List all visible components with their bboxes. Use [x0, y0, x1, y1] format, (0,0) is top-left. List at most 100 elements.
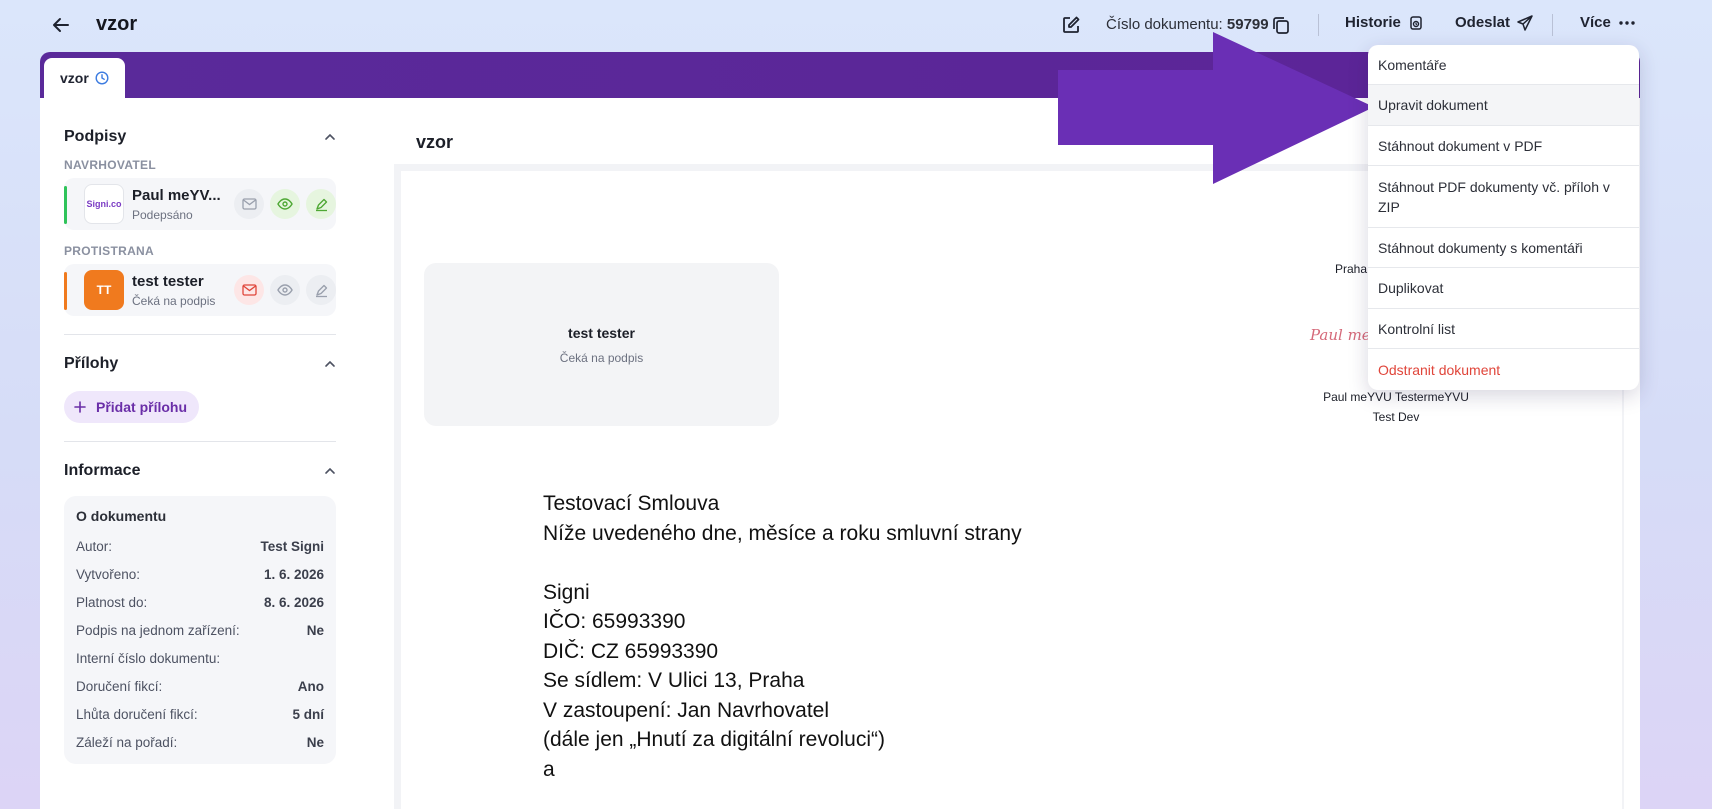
menu-item-label: Stáhnout PDF dokumenty vč. příloh v ZIP [1378, 178, 1610, 215]
info-row: Interní číslo dokumentu: [76, 644, 324, 672]
contract-line: IČO: 65993390 [543, 610, 686, 633]
info-row-value: Ne [306, 734, 324, 750]
more-dots-icon [1619, 20, 1635, 25]
info-row: Záleží na pořadí: Ne [76, 728, 324, 756]
info-row-label: Doručení fikcí: [76, 678, 163, 694]
avatar: Signi.co [84, 184, 124, 224]
divider [64, 334, 336, 335]
add-attachment-button[interactable]: Přidat přílohu [64, 391, 199, 423]
mail-icon[interactable] [234, 275, 264, 305]
pointer-arrow-icon [1058, 32, 1374, 184]
signer-status: Podepsáno [132, 207, 193, 222]
menu-item-checklist[interactable]: Kontrolní list [1368, 309, 1639, 349]
info-row-label: Platnost do: [76, 594, 148, 610]
sidebar: Podpisy NAVRHOVATEL Signi.co Paul meYV..… [64, 98, 336, 764]
menu-item-label: Duplikovat [1378, 280, 1444, 296]
proposer-role-label: NAVRHOVATEL [64, 158, 156, 172]
menu-item-delete-document[interactable]: Odstranit dokument [1368, 349, 1639, 390]
signer-card-counterparty[interactable]: TT test tester Čeká na podpis [64, 264, 336, 316]
divider [64, 441, 336, 442]
info-row-label: Vytvořeno: [76, 566, 141, 582]
signer-fullname: Paul meYVU TestermeYVU [1323, 390, 1469, 404]
menu-item-download-zip[interactable]: Stáhnout PDF dokumenty vč. příloh v ZIP [1368, 166, 1639, 228]
tab-document[interactable]: vzor [44, 58, 125, 98]
info-row-label: Podpis na jednom zařízení: [76, 622, 240, 638]
info-row: Platnost do: 8. 6. 2026 [76, 588, 324, 616]
menu-item-duplicate[interactable]: Duplikovat [1368, 268, 1639, 309]
attachments-section-header[interactable]: Přílohy [64, 353, 336, 375]
history-label: Historie [1345, 14, 1401, 31]
add-attachment-label: Přidat přílohu [96, 399, 187, 415]
signatures-heading: Podpisy [64, 128, 127, 145]
divider [1552, 14, 1553, 36]
menu-item-label: Kontrolní list [1378, 320, 1456, 337]
status-bar [64, 272, 67, 310]
contract-line: DIČ: CZ 65993390 [543, 639, 719, 663]
back-arrow-icon[interactable] [48, 12, 74, 38]
chevron-up-icon[interactable] [324, 358, 336, 370]
pending-signature-placeholder[interactable]: test tester Čeká na podpis [424, 263, 779, 426]
signatures-section-header[interactable]: Podpisy [64, 126, 336, 148]
menu-item-edit-document[interactable]: Upravit dokument [1368, 85, 1639, 126]
contract-line: Se sídlem: V Ulici 13, Praha [543, 669, 805, 692]
signer-name: Paul meYV... [132, 186, 221, 204]
clock-icon [95, 71, 109, 85]
info-row-value: Test Signi [260, 538, 324, 554]
menu-item-label: Odstranit dokument [1378, 361, 1501, 378]
info-heading: Informace [64, 462, 141, 479]
info-box-title: O dokumentu [76, 508, 167, 524]
info-section-header[interactable]: Informace [64, 460, 336, 482]
menu-item-label: Upravit dokument [1378, 97, 1488, 113]
document-number-label: Číslo dokumentu: [1106, 16, 1223, 33]
sign-pen-icon[interactable] [306, 275, 336, 305]
top-bar: vzor Číslo dokumentu: 59799 Historie Ode… [0, 0, 1712, 50]
sign-pen-icon[interactable] [306, 189, 336, 219]
document-number: Číslo dokumentu: 59799 [1106, 16, 1269, 33]
info-row: Doručení fikcí: Ano [76, 672, 324, 700]
send-label: Odeslat [1455, 14, 1511, 31]
contract-text: Testovací Smlouva Níže uvedeného dne, měs… [543, 489, 1022, 784]
plus-icon [74, 401, 86, 413]
info-row-label: Záleží na pořadí: [76, 734, 178, 750]
tab-label: vzor [60, 70, 89, 86]
pending-signer-status: Čeká na podpis [559, 350, 644, 365]
document-number-value: 59799 [1226, 16, 1269, 33]
mail-icon[interactable] [234, 189, 264, 219]
info-row-value: Ne [306, 622, 324, 638]
signer-card-proposer[interactable]: Signi.co Paul meYV... Podepsáno [64, 178, 336, 230]
info-row-label: Lhůta doručení fikcí: [76, 706, 198, 722]
status-bar [64, 186, 67, 224]
chevron-up-icon[interactable] [324, 465, 336, 477]
menu-item-label: Komentáře [1378, 56, 1447, 73]
signer-organization: Test Dev [1372, 410, 1420, 424]
eye-icon[interactable] [270, 189, 300, 219]
send-icon [1517, 14, 1533, 31]
info-row-value: Ano [297, 678, 324, 694]
info-row: Vytvořeno: 1. 6. 2026 [76, 560, 324, 588]
menu-item-comments[interactable]: Komentáře [1368, 45, 1639, 85]
signer-status: Čeká na podpis [132, 293, 216, 308]
info-row: Lhůta doručení fikcí: 5 dní [76, 700, 324, 728]
more-button[interactable]: Více [1580, 14, 1635, 31]
history-button[interactable]: Historie [1345, 14, 1424, 31]
menu-item-label: Stáhnout dokumenty s komentáři [1378, 239, 1583, 256]
pending-signer-name: test tester [568, 324, 635, 341]
info-row-value: 1. 6. 2026 [263, 566, 324, 582]
contract-line [543, 548, 1022, 578]
send-button[interactable]: Odeslat [1455, 14, 1533, 31]
menu-item-download-pdf[interactable]: Stáhnout dokument v PDF [1368, 126, 1639, 166]
info-row: Podpis na jednom zařízení: Ne [76, 616, 324, 644]
eye-icon[interactable] [270, 275, 300, 305]
attachments-heading: Přílohy [64, 355, 119, 372]
contract-line: (dále jen „Hnutí za digitální revoluci“) [543, 728, 885, 751]
contract-line: Níže uvedeného dne, měsíce a roku smluvn… [543, 521, 1022, 545]
history-icon [1410, 15, 1422, 30]
chevron-up-icon[interactable] [324, 131, 336, 143]
menu-item-download-with-comments[interactable]: Stáhnout dokumenty s komentáři [1368, 228, 1639, 268]
contract-line: Signi [543, 580, 590, 604]
signer-name: test tester [132, 272, 204, 290]
info-row-label: Autor: [76, 538, 113, 554]
info-row-label: Interní číslo dokumentu: [76, 650, 221, 666]
info-row-value: 8. 6. 2026 [263, 594, 324, 610]
signature-place-text: Praha [1335, 262, 1368, 276]
